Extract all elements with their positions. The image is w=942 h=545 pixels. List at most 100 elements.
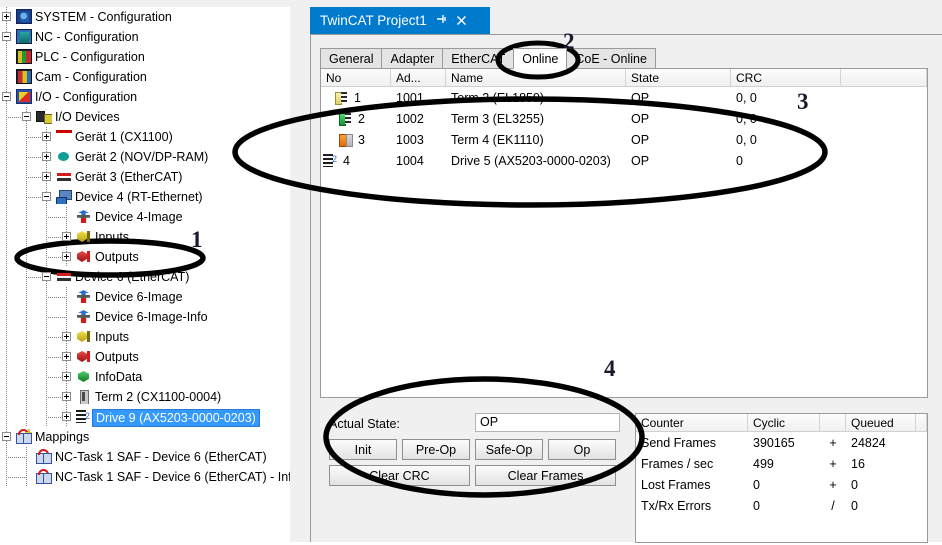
slave-address: 1003 bbox=[396, 132, 424, 147]
tree-item-label: Outputs bbox=[95, 350, 139, 364]
slave-icon-drive bbox=[323, 153, 339, 168]
tree-item-device-6-ethercat[interactable]: Device 6 (EtherCAT) bbox=[0, 267, 290, 287]
tree-item-nc-configuration[interactable]: NC - Configuration bbox=[0, 27, 290, 47]
tree-item-cam-configuration[interactable]: Cam - Configuration bbox=[0, 67, 290, 87]
counter-column-header[interactable]: Queued bbox=[846, 414, 916, 431]
rt-ethernet-icon bbox=[56, 189, 72, 204]
tree-item-label: Cam - Configuration bbox=[35, 70, 147, 84]
expand-icon[interactable] bbox=[62, 352, 71, 361]
column-header[interactable]: State bbox=[626, 69, 731, 86]
tree-item-device-6-image[interactable]: Device 6-Image bbox=[0, 287, 290, 307]
tree-item-nc-task-1-saf-device-6-ethercat-info[interactable]: NC-Task 1 SAF - Device 6 (EtherCAT) - In… bbox=[0, 467, 290, 487]
tab-coe-online[interactable]: CoE - Online bbox=[566, 48, 656, 69]
tree-item-ger-t-2-nov-dp-ram[interactable]: Gerät 2 (NOV/DP-RAM) bbox=[0, 147, 290, 167]
tree-item-drive-9-ax5203-0000-0203[interactable]: Drive 9 (AX5203-0000-0203) bbox=[0, 407, 290, 427]
frame-counter-table[interactable]: Counter Cyclic Queued Send Frames 390165 +24… bbox=[635, 413, 928, 543]
tree-item-mappings[interactable]: Mappings bbox=[0, 427, 290, 447]
configuration-tree[interactable]: SYSTEM - Configuration NC - Configuration… bbox=[0, 7, 290, 487]
tree-item-infodata[interactable]: InfoData bbox=[0, 367, 290, 387]
expand-icon[interactable] bbox=[42, 132, 51, 141]
tree-item-ger-t-3-ethercat[interactable]: Gerät 3 (EtherCAT) bbox=[0, 167, 290, 187]
property-tabstrip[interactable]: General Adapter EtherCAT Online CoE - Online bbox=[320, 48, 656, 69]
pre-op-button[interactable]: Pre-Op bbox=[402, 439, 470, 460]
mappings-icon bbox=[16, 429, 32, 444]
tree-item-nc-task-1-saf-device-6-ethercat[interactable]: NC-Task 1 SAF - Device 6 (EtherCAT) bbox=[0, 447, 290, 467]
tree-item-plc-configuration[interactable]: PLC - Configuration bbox=[0, 47, 290, 67]
tree-item-inputs[interactable]: Inputs bbox=[0, 227, 290, 247]
slave-no-cell: 2 bbox=[321, 111, 391, 126]
counter-column-header[interactable] bbox=[820, 414, 846, 431]
safe-op-button[interactable]: Safe-Op bbox=[475, 439, 543, 460]
counter-row: Frames / sec 499 +16 bbox=[636, 453, 927, 474]
counter-column-header[interactable]: Counter bbox=[636, 414, 748, 431]
column-header[interactable] bbox=[841, 69, 927, 86]
frame-counter-header[interactable]: Counter Cyclic Queued bbox=[636, 414, 927, 432]
tree-item-label: Device 6-Image bbox=[95, 290, 183, 304]
clear-frames-button[interactable]: Clear Frames bbox=[475, 465, 616, 486]
document-tab-twincat-project1[interactable]: TwinCAT Project1 bbox=[310, 7, 490, 34]
slave-list-rows[interactable]: 1 1001 Term 2 (EL1859) OP 0, 0 2 1002 Term 3 (E… bbox=[321, 87, 927, 171]
slave-no: 2 bbox=[358, 111, 365, 126]
collapse-icon[interactable] bbox=[42, 192, 51, 201]
slave-list-row[interactable]: 3 1003 Term 4 (EK1110) OP 0, 0 bbox=[321, 129, 927, 150]
tree-item-label: Device 6 (EtherCAT) bbox=[75, 270, 190, 284]
expand-icon[interactable] bbox=[42, 172, 51, 181]
tree-item-device-4-rt-ethernet[interactable]: Device 4 (RT-Ethernet) bbox=[0, 187, 290, 207]
outputs-icon bbox=[76, 349, 92, 364]
tree-item-system-configuration[interactable]: SYSTEM - Configuration bbox=[0, 7, 290, 27]
tab-general[interactable]: General bbox=[320, 48, 383, 69]
tree-item-ger-t-1-cx1100[interactable]: Gerät 1 (CX1100) bbox=[0, 127, 290, 147]
tree-item-device-4-image[interactable]: Device 4-Image bbox=[0, 207, 290, 227]
configuration-tree-panel[interactable]: SYSTEM - Configuration NC - Configuration… bbox=[0, 0, 290, 542]
column-header[interactable]: Name bbox=[446, 69, 626, 86]
close-icon[interactable] bbox=[456, 14, 467, 28]
collapse-icon[interactable] bbox=[2, 32, 11, 41]
pane-splitter[interactable] bbox=[290, 0, 595, 542]
counter-row: Lost Frames 0 +0 bbox=[636, 474, 927, 495]
collapse-icon[interactable] bbox=[42, 272, 51, 281]
expand-icon[interactable] bbox=[2, 12, 11, 21]
pin-icon[interactable] bbox=[436, 14, 447, 27]
tab-online[interactable]: Online bbox=[513, 48, 568, 69]
tree-item-device-6-image-info[interactable]: Device 6-Image-Info bbox=[0, 307, 290, 327]
expand-icon[interactable] bbox=[62, 392, 71, 401]
collapse-icon[interactable] bbox=[2, 432, 11, 441]
counter-column-header[interactable]: Cyclic bbox=[748, 414, 820, 431]
slave-name: Term 2 (EL1859) bbox=[451, 90, 545, 105]
column-header-label: Name bbox=[451, 70, 484, 85]
column-header[interactable]: CRC bbox=[731, 69, 841, 86]
tree-item-i-o-devices[interactable]: I/O Devices bbox=[0, 107, 290, 127]
plus-decoration bbox=[25, 429, 32, 436]
expand-icon[interactable] bbox=[62, 232, 71, 241]
expand-icon[interactable] bbox=[62, 372, 71, 381]
collapse-icon[interactable] bbox=[22, 112, 31, 121]
column-header[interactable]: No bbox=[321, 69, 391, 86]
slave-list[interactable]: No Ad... Name State CRC 1 1001 Term 2 (EL1859)… bbox=[320, 68, 928, 398]
counter-column-header[interactable] bbox=[916, 414, 927, 431]
tab-ethercat[interactable]: EtherCAT bbox=[442, 48, 515, 69]
slave-state: OP bbox=[631, 132, 650, 147]
slave-state: OP bbox=[631, 153, 650, 168]
op-button[interactable]: Op bbox=[548, 439, 616, 460]
expand-icon[interactable] bbox=[42, 152, 51, 161]
expand-icon[interactable] bbox=[62, 412, 71, 421]
slave-list-row[interactable]: 2 1002 Term 3 (EL3255) OP 0, 0 bbox=[321, 108, 927, 129]
slave-list-row[interactable]: 1 1001 Term 2 (EL1859) OP 0, 0 bbox=[321, 87, 927, 108]
slave-list-row[interactable]: 4 1004 Drive 5 (AX5203-0000-0203) OP 0 bbox=[321, 150, 927, 171]
tree-item-i-o-configuration[interactable]: I/O - Configuration bbox=[0, 87, 290, 107]
slave-address: 1004 bbox=[396, 153, 424, 168]
init-button[interactable]: Init bbox=[329, 439, 397, 460]
tree-item-outputs[interactable]: Outputs bbox=[0, 247, 290, 267]
tree-item-outputs[interactable]: Outputs bbox=[0, 347, 290, 367]
column-header[interactable]: Ad... bbox=[391, 69, 446, 86]
expand-icon[interactable] bbox=[62, 252, 71, 261]
slave-list-header[interactable]: No Ad... Name State CRC bbox=[321, 69, 927, 87]
tree-item-label: Device 4 (RT-Ethernet) bbox=[75, 190, 203, 204]
slave-no: 1 bbox=[354, 90, 361, 105]
tree-item-inputs[interactable]: Inputs bbox=[0, 327, 290, 347]
clear-crc-button[interactable]: Clear CRC bbox=[329, 465, 470, 486]
tab-adapter[interactable]: Adapter bbox=[381, 48, 444, 69]
collapse-icon[interactable] bbox=[2, 92, 11, 101]
expand-icon[interactable] bbox=[62, 332, 71, 341]
tree-item-term-2-cx1100-0004[interactable]: Term 2 (CX1100-0004) bbox=[0, 387, 290, 407]
